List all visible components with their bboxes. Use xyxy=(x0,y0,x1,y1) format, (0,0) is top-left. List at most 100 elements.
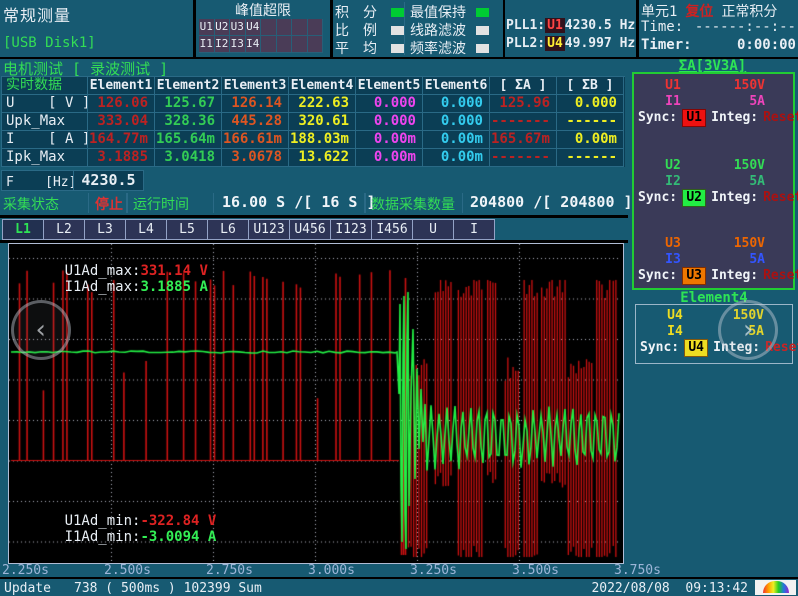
channel-i-label: I1 xyxy=(634,94,712,110)
power-analyzer-screen: 常规测量 [USB Disk1] 峰值超限 U1U2U3U4I1I2I3I4 积… xyxy=(0,0,798,596)
peak-cell xyxy=(292,36,308,53)
peak-cell xyxy=(308,19,324,36)
unit-name: 单元1 xyxy=(641,1,677,21)
peak-cell: I4 xyxy=(246,36,262,53)
realtime-table: 实时数据Element1Element2Element3Element4Elem… xyxy=(1,76,625,167)
mode-label: 均 xyxy=(363,38,377,58)
sync-label: Sync: xyxy=(638,268,677,284)
integ-status: Reset xyxy=(763,268,798,284)
nav-prev-button[interactable]: ‹ xyxy=(11,300,71,360)
table-cell: 0.00m xyxy=(356,149,423,167)
table-cell: 0.00m xyxy=(423,149,490,167)
table-cell: 166.61m xyxy=(222,131,289,149)
mode-label: 例 xyxy=(363,20,377,40)
mode-label: 平 xyxy=(335,38,349,58)
freq-filter-led xyxy=(476,44,489,53)
table-cell: 13.622 xyxy=(289,149,356,167)
table-cell: ------ xyxy=(557,113,624,131)
peak-cell xyxy=(261,19,277,36)
sync-label: Sync: xyxy=(638,190,677,206)
table-cell: 0.00m xyxy=(356,131,423,149)
tab-i456[interactable]: I456 xyxy=(372,219,413,240)
vendor-logo-arc xyxy=(763,581,789,593)
table-cell: 320.61 xyxy=(289,113,356,131)
unit-mode: 正常积分 xyxy=(721,1,777,21)
tab-l5[interactable]: L5 xyxy=(167,219,208,240)
tab-l3[interactable]: L3 xyxy=(85,219,126,240)
filter-label: 最值保持 xyxy=(410,2,466,22)
channel-u-range: 150V xyxy=(712,158,793,174)
x-tick-label: 2.250s xyxy=(2,563,49,578)
timer-label: Timer: xyxy=(641,37,692,53)
pll1-label: PLL1: xyxy=(506,18,545,33)
acq-status-label: 采集状态 xyxy=(3,194,59,214)
x-tick-label: 2.750s xyxy=(206,563,253,578)
acquisition-row: 采集状态 停止 运行时间 16.00 S /[ 16 S ] 数据采集数量 20… xyxy=(0,192,625,214)
tab-i[interactable]: I xyxy=(454,219,495,240)
integ-label: Integ: xyxy=(711,190,758,206)
pll-section: PLL1:U14230.5 Hz PLL2:U449.997 Hz xyxy=(506,0,634,57)
datetime: 2022/08/08 09:13:42 xyxy=(591,581,748,596)
freq-label: F [Hz] xyxy=(2,175,76,190)
integ-status: Reset xyxy=(763,190,798,206)
tab-l4[interactable]: L4 xyxy=(126,219,167,240)
table-cell: 0.000 xyxy=(423,113,490,131)
u-max-label: U1Ad_max: xyxy=(65,263,141,279)
tab-l6[interactable]: L6 xyxy=(208,219,249,240)
x-tick-label: 2.500s xyxy=(104,563,151,578)
x-tick-label: 3.000s xyxy=(308,563,355,578)
pll2-label: PLL2: xyxy=(506,36,545,51)
filter-section: 最值保持 线路滤波 频率滤波 xyxy=(407,0,503,57)
channel-i-range: 5A xyxy=(712,174,793,190)
peak-cell xyxy=(308,36,324,53)
tab-l1[interactable]: L1 xyxy=(2,219,44,240)
table-cell: 3.0678 xyxy=(222,149,289,167)
channel-i-range: 5A xyxy=(712,252,793,268)
tab-i123[interactable]: I123 xyxy=(331,219,372,240)
acq-runtime-value: 16.00 S /[ 16 S ] xyxy=(222,193,376,211)
peak-overlimit-section: 峰值超限 U1U2U3U4I1I2I3I4 xyxy=(196,0,330,57)
table-header-cell: [ ΣA ] xyxy=(490,77,557,95)
tab-u[interactable]: U xyxy=(413,219,454,240)
table-row-label: I [ A ] xyxy=(2,131,88,149)
tab-l2[interactable]: L2 xyxy=(44,219,85,240)
max-hold-led xyxy=(476,8,489,17)
table-cell: 125.96 xyxy=(490,95,557,113)
table-header-cell: Element1 xyxy=(88,77,155,95)
integ-status: Reset xyxy=(763,110,798,126)
i-min-label: I1Ad_min: xyxy=(65,529,141,545)
peak-cell xyxy=(261,36,277,53)
freq-value: 4230.5 xyxy=(81,171,135,189)
table-cell: ------- xyxy=(490,149,557,167)
table-cell: 0.000 xyxy=(356,95,423,113)
waveform-tab-bar: L1L2L3L4L5L6U123U456I123I456UI xyxy=(2,219,495,240)
table-cell: 3.1885 xyxy=(88,149,155,167)
peak-overlimit-grid: U1U2U3U4I1I2I3I4 xyxy=(199,19,323,53)
table-cell: 0.00m xyxy=(423,131,490,149)
tab-u123[interactable]: U123 xyxy=(249,219,290,240)
table-cell: 165.64m xyxy=(155,131,222,149)
i-max-label: I1Ad_max: xyxy=(65,279,141,295)
acq-count-label: 数据采集数量 xyxy=(371,194,455,214)
tab-u456[interactable]: U456 xyxy=(290,219,331,240)
nav-next-button[interactable]: › xyxy=(718,300,778,360)
table-corner-label: 实时数据 xyxy=(2,77,88,95)
channel-i-label: I4 xyxy=(636,324,714,340)
channel-i-range: 5A xyxy=(712,94,793,110)
peak-cell: I2 xyxy=(215,36,231,53)
table-cell: 126.14 xyxy=(222,95,289,113)
acq-status-value: 停止 xyxy=(95,194,123,214)
table-row-label: U [ V ] xyxy=(2,95,88,113)
peak-cell xyxy=(277,36,293,53)
sync-source-badge: U2 xyxy=(682,189,706,207)
table-header-cell: Element4 xyxy=(289,77,356,95)
sigma-panel: U1150VI15ASync:U1Integ:ResetU2150VI25ASy… xyxy=(632,72,795,290)
x-tick-label: 3.500s xyxy=(512,563,559,578)
chevron-left-icon: ‹ xyxy=(33,317,49,343)
table-header-cell: Element6 xyxy=(423,77,490,95)
sync-label: Sync: xyxy=(638,110,677,126)
channel-u-label: U3 xyxy=(634,236,712,252)
table-cell: 328.36 xyxy=(155,113,222,131)
x-tick-label: 3.750s xyxy=(614,563,661,578)
channel-u-label: U1 xyxy=(634,78,712,94)
